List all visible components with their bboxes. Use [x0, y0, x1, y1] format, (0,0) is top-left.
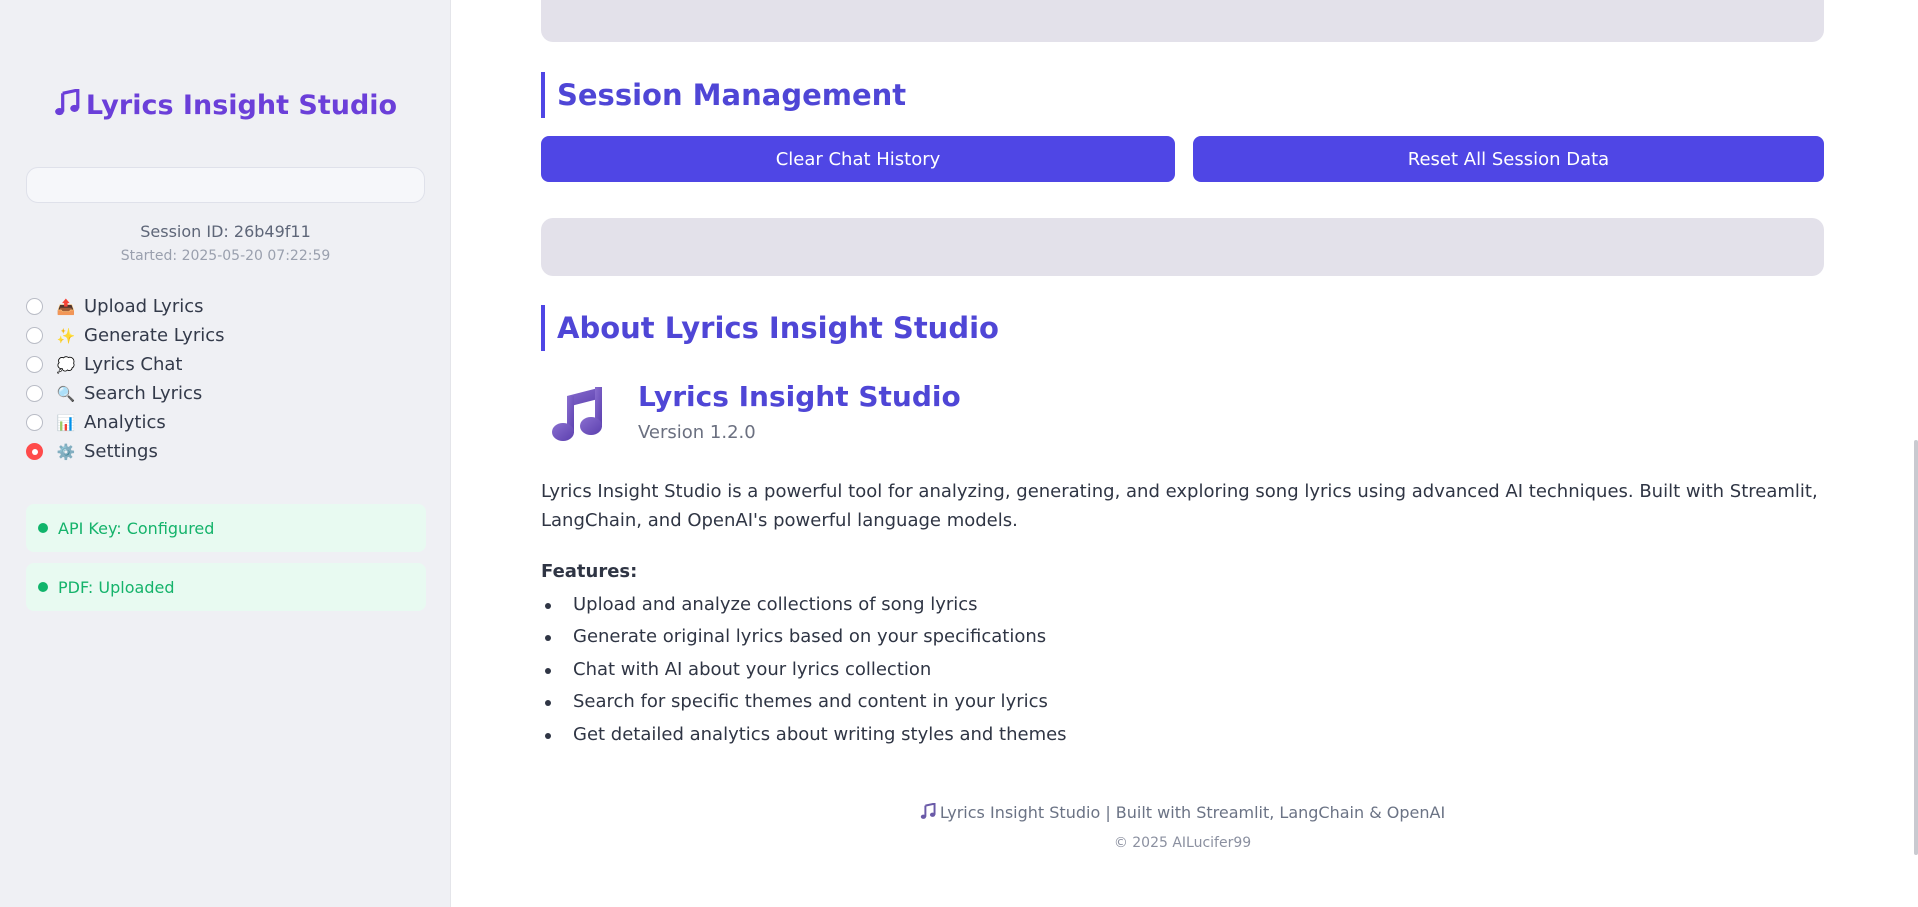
- nav-item-settings[interactable]: ⚙️ Settings: [26, 437, 426, 466]
- nav-item-analytics[interactable]: 📊 Analytics: [26, 408, 426, 437]
- about-app-name: Lyrics Insight Studio: [638, 380, 961, 413]
- nav-label-search-lyrics: Search Lyrics: [84, 383, 203, 404]
- sidebar: Lyrics Insight Studio Session ID: 26b49f…: [0, 0, 451, 907]
- magnifier-icon: 🔍: [56, 384, 76, 403]
- status-pdf: PDF: Uploaded: [26, 563, 426, 611]
- sidebar-empty-field: [26, 167, 425, 203]
- reset-session-button[interactable]: Reset All Session Data: [1193, 136, 1824, 182]
- feature-item: Generate original lyrics based on your s…: [541, 621, 1541, 653]
- radio-upload-lyrics[interactable]: [26, 298, 43, 315]
- features-label: Features:: [541, 561, 638, 582]
- nav-item-lyrics-chat[interactable]: 💭 Lyrics Chat: [26, 350, 426, 379]
- status-api-key-label: API Key: Configured: [58, 518, 215, 538]
- radio-analytics[interactable]: [26, 414, 43, 431]
- gear-icon: ⚙️: [56, 442, 76, 461]
- radio-settings[interactable]: [26, 443, 43, 460]
- sidebar-brand: Lyrics Insight Studio: [0, 88, 451, 121]
- main-content: Session Management Clear Chat History Re…: [451, 0, 1918, 907]
- nav-item-upload-lyrics[interactable]: 📤 Upload Lyrics: [26, 292, 426, 321]
- about-version: Version 1.2.0: [638, 422, 756, 443]
- nav-label-analytics: Analytics: [84, 412, 166, 433]
- music-note-icon: [920, 802, 936, 819]
- clear-chat-history-button[interactable]: Clear Chat History: [541, 136, 1175, 182]
- status-dot-icon: [38, 582, 48, 592]
- feature-item: Get detailed analytics about writing sty…: [541, 719, 1541, 751]
- nav-label-upload-lyrics: Upload Lyrics: [84, 296, 204, 317]
- about-heading: About Lyrics Insight Studio: [541, 305, 999, 351]
- nav-item-search-lyrics[interactable]: 🔍 Search Lyrics: [26, 379, 426, 408]
- top-placeholder-block: [541, 0, 1824, 42]
- feature-item: Search for specific themes and content i…: [541, 686, 1541, 718]
- sparkles-icon: ✨: [56, 326, 76, 345]
- radio-search-lyrics[interactable]: [26, 385, 43, 402]
- status-api-key: API Key: Configured: [26, 504, 426, 552]
- thought-bubble-icon: 💭: [56, 355, 76, 374]
- nav-item-generate-lyrics[interactable]: ✨ Generate Lyrics: [26, 321, 426, 350]
- session-id: Session ID: 26b49f11: [140, 222, 311, 241]
- music-note-icon: [55, 88, 80, 116]
- footer: Lyrics Insight Studio | Built with Strea…: [541, 802, 1824, 822]
- nav-label-lyrics-chat: Lyrics Chat: [84, 354, 183, 375]
- sidebar-nav: 📤 Upload Lyrics ✨ Generate Lyrics 💭 Lyri…: [26, 292, 426, 466]
- bar-chart-icon: 📊: [56, 413, 76, 432]
- feature-item: Chat with AI about your lyrics collectio…: [541, 654, 1541, 686]
- nav-label-settings: Settings: [84, 441, 158, 462]
- sidebar-brand-label: Lyrics Insight Studio: [85, 90, 398, 121]
- features-list: Upload and analyze collections of song l…: [541, 589, 1541, 751]
- footer-text: Lyrics Insight Studio | Built with Strea…: [939, 803, 1446, 822]
- radio-lyrics-chat[interactable]: [26, 356, 43, 373]
- nav-label-generate-lyrics: Generate Lyrics: [84, 325, 225, 346]
- app-root: Lyrics Insight Studio Session ID: 26b49f…: [0, 0, 1918, 907]
- radio-generate-lyrics[interactable]: [26, 327, 43, 344]
- status-pdf-label: PDF: Uploaded: [58, 577, 175, 597]
- music-note-icon: [552, 387, 602, 441]
- status-dot-icon: [38, 523, 48, 533]
- session-started: Started: 2025-05-20 07:22:59: [120, 248, 331, 264]
- feature-item: Upload and analyze collections of song l…: [541, 589, 1541, 621]
- outbox-tray-icon: 📤: [56, 297, 76, 316]
- session-management-heading: Session Management: [541, 72, 906, 118]
- about-description: Lyrics Insight Studio is a powerful tool…: [541, 481, 1818, 531]
- footer-copyright: © 2025 AILucifer99: [1113, 835, 1252, 851]
- scrollbar[interactable]: [1914, 440, 1918, 855]
- divider-placeholder-block: [541, 218, 1824, 276]
